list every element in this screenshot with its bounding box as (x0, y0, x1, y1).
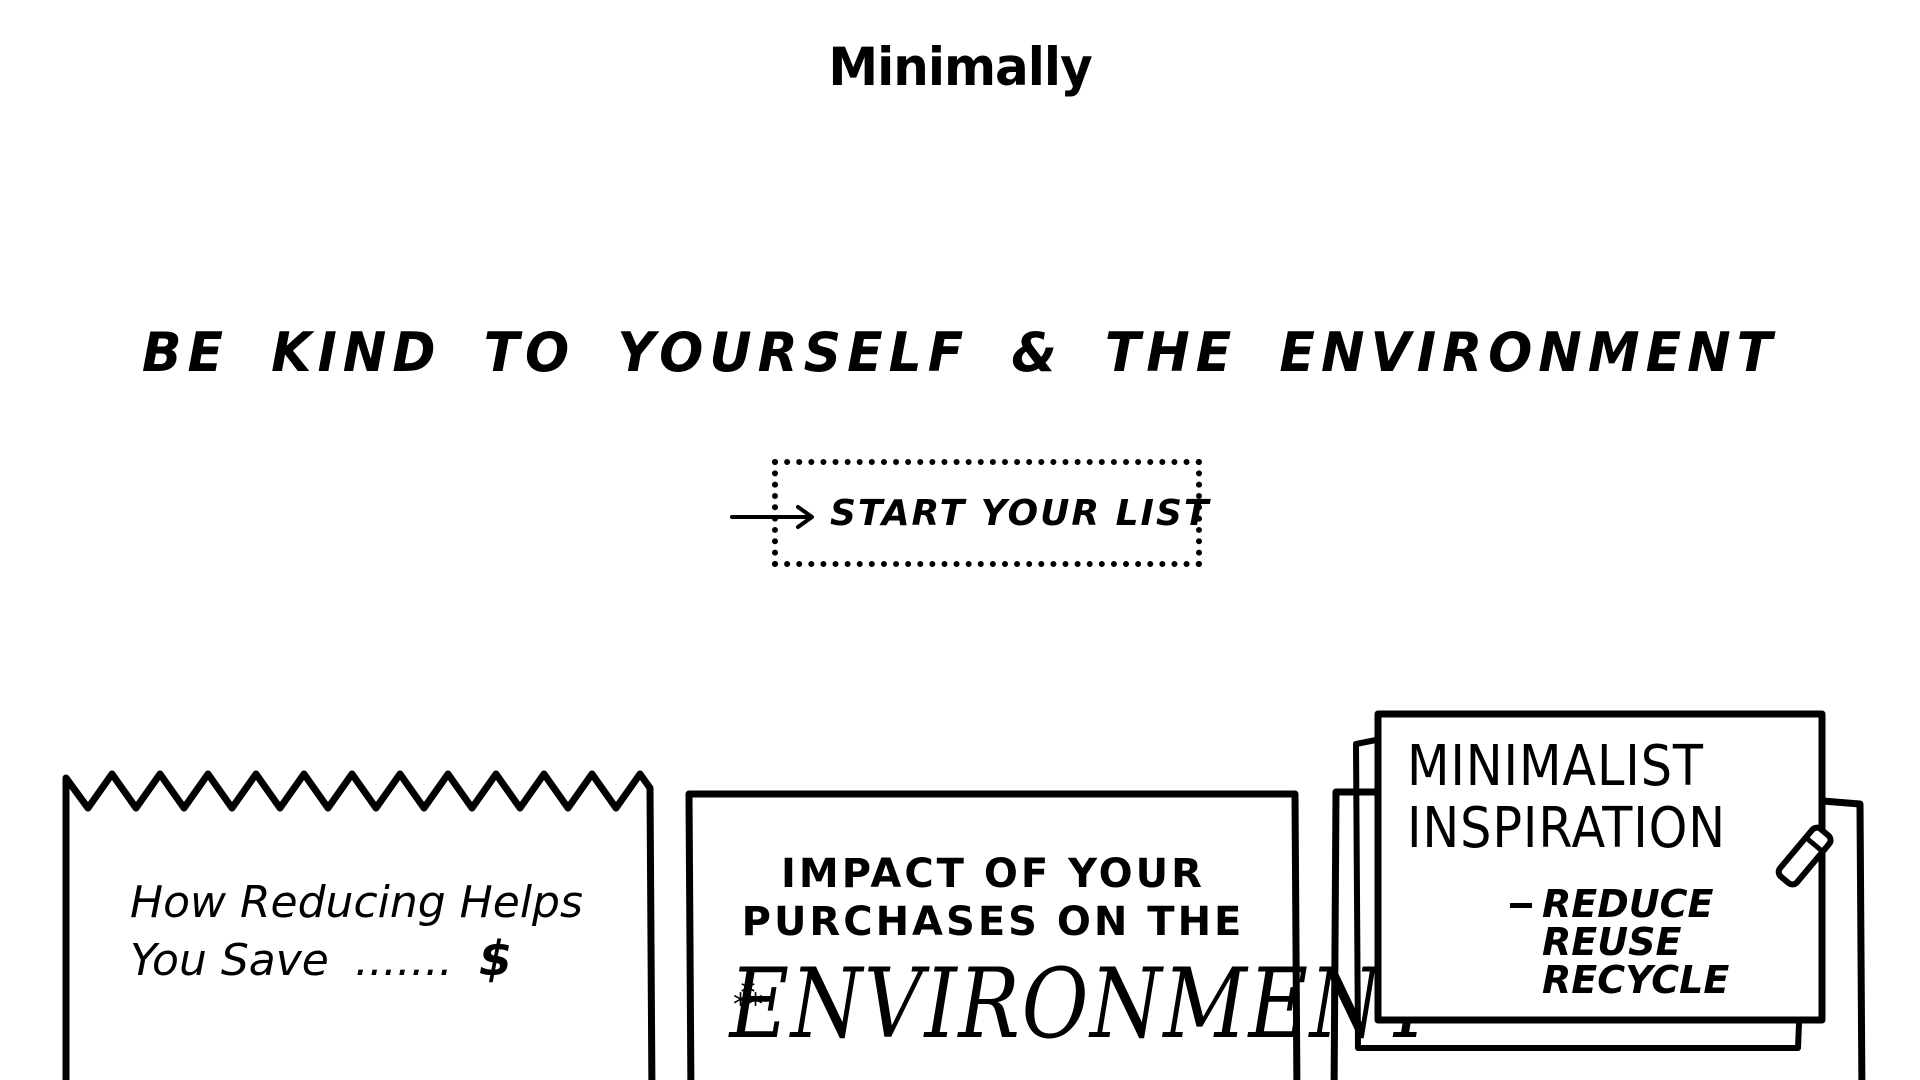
impact-title-line1: IMPACT OF YOUR (781, 851, 1205, 897)
page: Minimally BE KIND TO YOURSELF & THE ENVI… (0, 0, 1920, 1080)
pencil-icon (1775, 824, 1834, 888)
savings-title-line1: How Reducing Helps (130, 877, 583, 928)
inspiration-item-reduce: REDUCE (1510, 885, 1729, 923)
savings-leader-dots: ....... (354, 935, 453, 986)
inspiration-list: REDUCE REUSE RECYCLE (1510, 885, 1729, 999)
start-list-button[interactable]: START YOUR LIST (728, 455, 1208, 575)
card-savings[interactable]: How Reducing Helps You Save ....... $ (60, 760, 660, 1080)
inspiration-item-reuse: REUSE (1542, 920, 1682, 964)
card-impact[interactable]: ⁂ IMPACT OF YOUR PURCHASES ON THE ENVIRO… (683, 790, 1440, 1080)
impact-highlight: ENVIRONMENT (729, 948, 1440, 1060)
inspiration-title: MINIMALIST INSPIRATION (1407, 736, 1726, 860)
savings-card-text: How Reducing Helps You Save ....... $ (130, 875, 583, 989)
dollar-sign: $ (478, 931, 513, 987)
start-list-label: START YOUR LIST (830, 493, 1211, 534)
impact-card-text: IMPACT OF YOUR PURCHASES ON THE (683, 850, 1303, 946)
savings-title-line2: You Save (130, 935, 329, 986)
card-inspiration[interactable]: MINIMALIST INSPIRATION REDUCE REUSE RECY… (1330, 710, 1870, 1080)
inspiration-item-recycle: RECYCLE (1542, 958, 1730, 1002)
impact-title-line2: PURCHASES ON THE (741, 899, 1245, 945)
site-logo[interactable]: Minimally (0, 37, 1920, 98)
inspiration-title-line1: MINIMALIST (1407, 734, 1704, 799)
inspiration-title-line2: INSPIRATION (1407, 796, 1727, 861)
hero-title: BE KIND TO YOURSELF & THE ENVIRONMENT (141, 321, 1779, 385)
